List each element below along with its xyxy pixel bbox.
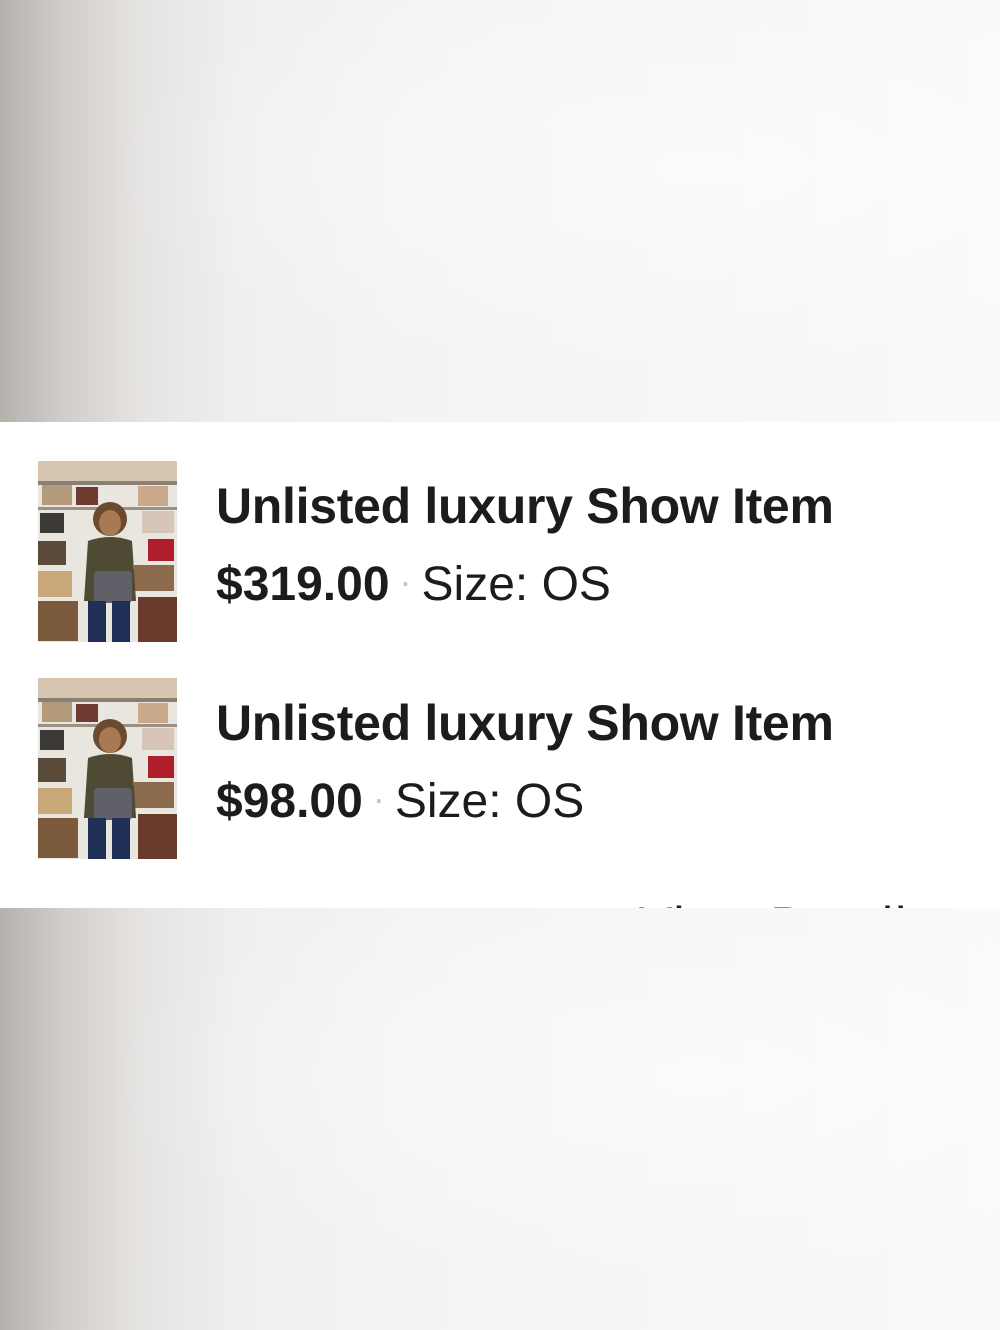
item-thumbnail[interactable] — [38, 461, 177, 642]
item-size: Size: OS — [394, 775, 585, 828]
meta-separator: · — [372, 778, 385, 819]
item-title[interactable]: Unlisted luxury Show Item — [216, 477, 834, 535]
item-size: Size: OS — [421, 558, 611, 611]
item-title[interactable]: Unlisted luxury Show Item — [216, 694, 834, 752]
bundle-items-card: Unlisted luxury Show Item $319.00 · Size: … — [0, 422, 1000, 908]
item-price: $98.00 — [216, 775, 363, 828]
item-price: $319.00 — [216, 558, 390, 611]
bundle-item-row[interactable]: Unlisted luxury Show Item $319.00 · Size: … — [38, 461, 978, 643]
blurred-background-top — [0, 0, 1000, 422]
view-bundle-link[interactable]: View Bundle — [639, 896, 938, 908]
meta-separator: · — [399, 561, 412, 602]
item-meta: $98.00 · Size: OS — [216, 774, 584, 829]
bundle-item-row[interactable]: Unlisted luxury Show Item $98.00 · Size: O… — [38, 678, 978, 860]
blurred-background-bottom — [0, 908, 1000, 1330]
item-thumbnail[interactable] — [38, 678, 177, 859]
item-meta: $319.00 · Size: OS — [216, 557, 611, 612]
